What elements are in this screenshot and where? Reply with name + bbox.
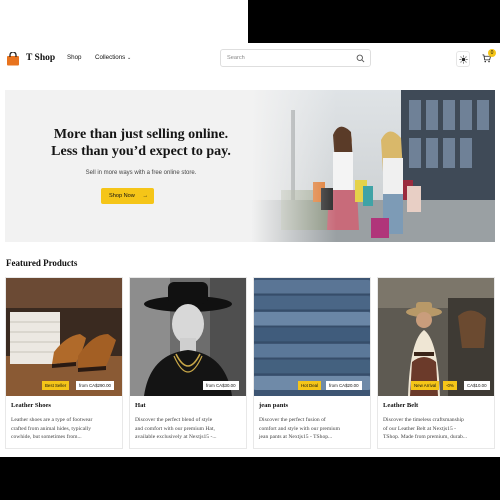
- description-line: Discover the perfect blend of style: [135, 417, 213, 423]
- best-seller-badge: Best Seller: [42, 381, 70, 390]
- hero-headline: More than just selling online. Less than…: [25, 126, 257, 160]
- product-card-hat[interactable]: from CA$30.00 Hat Discover the perfect b…: [129, 277, 247, 449]
- search-icon[interactable]: [356, 54, 365, 63]
- description-line: and comfort with our premium Hat,: [135, 425, 215, 432]
- description-line: Leather shoes are a type of footwear: [11, 417, 93, 423]
- description-line: Discover the timeless craftsmanship: [383, 417, 464, 423]
- description-line: Discover the perfect fusion of: [259, 417, 326, 423]
- nav-collections-label: Collections: [95, 54, 126, 61]
- hot-deal-badge: Hot Deal: [298, 381, 322, 390]
- description-line: cowhide, but sometimes from...: [11, 434, 82, 440]
- hero-subtitle: Sell in more ways with a free online sto…: [85, 170, 197, 176]
- shopping-women-hero-image: [251, 90, 495, 242]
- product-name[interactable]: Hat: [135, 402, 146, 409]
- bottom-black-bar: [0, 457, 500, 500]
- product-card-leather-shoes[interactable]: Best Seller from CA$290.00 Leather Shoes…: [5, 277, 123, 449]
- product-card-leather-belt[interactable]: New Arrival -0% CA$10.00 Leather Belt Di…: [377, 277, 495, 449]
- description-line: available exclusively at Nextjs15 -...: [135, 434, 217, 440]
- brand-name[interactable]: T Shop: [26, 53, 55, 63]
- product-image-hat: [130, 278, 246, 396]
- featured-products-heading: Featured Products: [6, 258, 78, 268]
- nav-collections-menu[interactable]: Collections ⌄: [95, 54, 131, 61]
- nav-shop-link[interactable]: Shop: [67, 54, 81, 61]
- search-placeholder: Search: [227, 55, 245, 61]
- product-description: Discover the perfect fusion of comfort a…: [259, 416, 367, 442]
- product-card-jean-pants[interactable]: Hot Deal from CA$20.00 jean pants Discov…: [253, 277, 371, 449]
- product-description: Discover the perfect blend of style and …: [135, 416, 243, 442]
- hero-banner: More than just selling online. Less than…: [5, 90, 495, 242]
- description-line: of our Leather Belt at Nextjs15 -: [383, 425, 457, 432]
- product-price: from CA$290.00: [76, 381, 114, 390]
- top-black-bar: [248, 0, 500, 43]
- shopping-bag-logo-icon[interactable]: [6, 52, 20, 66]
- chevron-down-icon: ⌄: [127, 55, 132, 61]
- description-line: crafted from animal hides, typically: [11, 425, 91, 432]
- search-input[interactable]: Search: [220, 49, 371, 67]
- description-line: comfort and style with our premium: [259, 425, 340, 432]
- shop-now-label: Shop Now: [109, 193, 135, 199]
- sun-icon: [459, 55, 468, 64]
- arrow-right-icon: →: [142, 193, 148, 199]
- cart-count-badge: 0: [488, 49, 496, 57]
- product-description: Leather shoes are a type of footwear cra…: [11, 416, 119, 442]
- product-price: CA$10.00: [464, 381, 490, 390]
- shop-now-button[interactable]: Shop Now →: [101, 188, 154, 204]
- product-image-leather-shoes: [6, 278, 122, 396]
- description-line: TShop. Made from premium, durab...: [383, 434, 468, 440]
- product-name[interactable]: Leather Belt: [383, 402, 418, 409]
- product-description: Discover the timeless craftsmanship of o…: [383, 416, 491, 442]
- shop-page: T Shop Shop Collections ⌄ Search 0 More …: [0, 43, 500, 457]
- theme-toggle-button[interactable]: [456, 51, 470, 67]
- product-price: from CA$20.00: [326, 381, 362, 390]
- product-image-jean-pants: [254, 278, 370, 396]
- hero-headline-line2: Less than you’d expect to pay.: [51, 144, 231, 159]
- product-image-leather-belt: [378, 278, 494, 396]
- discount-badge: -0%: [443, 381, 457, 390]
- hero-headline-line1: More than just selling online.: [53, 127, 229, 142]
- product-name[interactable]: jean pants: [259, 402, 288, 409]
- new-arrival-badge: New Arrival: [411, 381, 440, 390]
- description-line: jean pants at Nextjs15 - TShop...: [259, 434, 333, 440]
- product-name[interactable]: Leather Shoes: [11, 402, 51, 409]
- product-price: from CA$30.00: [203, 381, 239, 390]
- site-header: T Shop Shop Collections ⌄ Search 0: [0, 43, 500, 75]
